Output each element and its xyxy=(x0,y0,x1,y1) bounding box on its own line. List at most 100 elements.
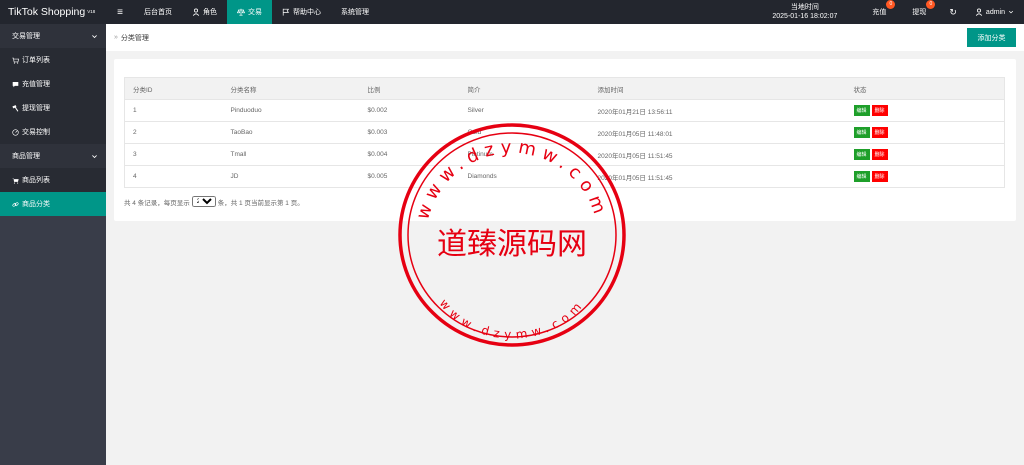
nav-system[interactable]: 系统管理 xyxy=(331,0,379,24)
link-icon xyxy=(12,201,19,207)
category-card: 分类ID 分类名称 比例 简介 添加时间 状态 1 Pinduoduo $0.0… xyxy=(114,59,1016,221)
sidebar-group-label: 交易管理 xyxy=(12,33,40,40)
breadcrumb-current: 分类管理 xyxy=(120,34,149,42)
cell-name: Tmall xyxy=(222,143,360,166)
edit-button[interactable]: 编辑 xyxy=(853,105,870,116)
cell-id: 3 xyxy=(124,143,223,166)
nav-trade[interactable]: 交易 xyxy=(227,0,272,24)
app-version: V18 xyxy=(87,8,96,14)
chat-icon xyxy=(12,81,19,87)
cell-added-time: 2020年01月05日 11:51:45 xyxy=(589,165,846,188)
pager-prefix: 共 4 条记录，每页显示 xyxy=(124,199,190,207)
hammer-icon xyxy=(12,104,19,112)
cell-intro: Silver xyxy=(459,99,590,122)
cell-intro: Diamonds xyxy=(459,165,590,188)
watermark-ring-bottom: www.dzymw.com xyxy=(437,296,588,342)
app-logo[interactable]: TikTok Shopping V18 xyxy=(0,0,106,24)
sidebar-group-trade[interactable]: 交易管理 xyxy=(0,24,106,48)
admin-menu[interactable]: admin xyxy=(967,8,1024,16)
cell-id: 2 xyxy=(124,121,223,144)
sidebar-group-goods[interactable]: 商品管理 xyxy=(0,144,106,168)
cell-actions: 编辑 删除 xyxy=(845,165,1005,188)
col-status: 状态 xyxy=(845,77,1005,100)
delete-button[interactable]: 删除 xyxy=(871,171,888,182)
cell-id: 4 xyxy=(124,165,223,188)
nav-roles[interactable]: 角色 xyxy=(182,0,227,24)
sidebar-item-label: 充值管理 xyxy=(22,81,50,88)
cell-added-time: 2020年01月05日 11:51:45 xyxy=(589,143,846,166)
sidebar-item-orders[interactable]: 订单列表 xyxy=(0,48,106,72)
cell-name: JD xyxy=(222,165,360,188)
col-intro: 简介 xyxy=(459,77,590,100)
chevron-down-icon xyxy=(92,34,97,38)
col-added-time: 添加时间 xyxy=(589,77,846,100)
cell-ratio: $0.004 xyxy=(359,143,460,166)
cell-added-time: 2020年01月05日 11:48:01 xyxy=(589,121,846,144)
withdraw-notice[interactable]: 提现 0 xyxy=(899,0,939,24)
sidebar-item-goods-category[interactable]: 商品分类 xyxy=(0,192,106,216)
cell-actions: 编辑 删除 xyxy=(845,99,1005,122)
top-nav: 后台首页 角色 交易 帮助中心 系统管理 xyxy=(134,0,379,24)
cell-name: Pinduoduo xyxy=(222,99,360,122)
sidebar-item-recharge[interactable]: 充值管理 xyxy=(0,72,106,96)
sidebar-item-goods-list[interactable]: 商品列表 xyxy=(0,168,106,192)
category-table: 分类ID 分类名称 比例 简介 添加时间 状态 1 Pinduoduo $0.0… xyxy=(124,77,1005,188)
nav-help[interactable]: 帮助中心 xyxy=(272,0,331,24)
sidebar-item-withdraw[interactable]: 提现管理 xyxy=(0,96,106,120)
edit-button[interactable]: 编辑 xyxy=(853,149,870,160)
nav-dashboard-label: 后台首页 xyxy=(144,9,172,16)
cell-actions: 编辑 删除 xyxy=(845,121,1005,144)
table-row: 1 Pinduoduo $0.002 Silver 2020年01月21日 13… xyxy=(124,99,1005,122)
cell-ratio: $0.003 xyxy=(359,121,460,144)
table-row: 3 Tmall $0.004 Platinum 2020年01月05日 11:5… xyxy=(124,143,1005,166)
cell-actions: 编辑 删除 xyxy=(845,143,1005,166)
table-header-row: 分类ID 分类名称 比例 简介 添加时间 状态 xyxy=(124,77,1005,100)
edit-button[interactable]: 编辑 xyxy=(853,171,870,182)
sidebar-item-label: 商品列表 xyxy=(22,177,50,184)
withdraw-label: 提现 xyxy=(912,9,927,16)
nav-trade-label: 交易 xyxy=(248,9,262,16)
page-size-select[interactable]: 20 xyxy=(191,196,216,207)
col-id: 分类ID xyxy=(124,77,223,100)
sidebar-item-label: 商品分类 xyxy=(22,201,50,208)
refresh-icon[interactable]: ↻ xyxy=(939,0,967,24)
withdraw-badge: 0 xyxy=(926,0,936,9)
edit-button[interactable]: 编辑 xyxy=(853,127,870,138)
clock-value: 2025-01-16 18:02:07 xyxy=(772,13,838,20)
sidebar-item-trade-control[interactable]: 交易控制 xyxy=(0,120,106,144)
menu-toggle-icon[interactable]: ≡ xyxy=(106,7,134,18)
cell-id: 1 xyxy=(124,99,223,122)
breadcrumb-separator: » xyxy=(114,34,118,41)
scale-icon xyxy=(237,8,245,16)
col-ratio: 比例 xyxy=(359,77,460,100)
user-icon xyxy=(975,8,983,16)
admin-name: admin xyxy=(985,8,1005,16)
recharge-notice[interactable]: 充值 0 xyxy=(859,0,899,24)
cell-intro: Platinum xyxy=(459,143,590,166)
sidebar-item-label: 交易控制 xyxy=(22,129,50,136)
pagination: 共 4 条记录，每页显示 20 条，共 1 页当前显示第 1 页。 xyxy=(124,196,304,207)
col-name: 分类名称 xyxy=(222,77,360,100)
sidebar: 交易管理 订单列表 充值管理 提现管理 交易控制 商品管理 商品列表 商品分类 xyxy=(0,24,106,465)
gauge-icon xyxy=(12,128,19,136)
cell-ratio: $0.002 xyxy=(359,99,460,122)
nav-system-label: 系统管理 xyxy=(341,9,369,16)
delete-button[interactable]: 删除 xyxy=(871,127,888,138)
delete-button[interactable]: 删除 xyxy=(871,149,888,160)
nav-roles-label: 角色 xyxy=(203,9,217,16)
pager-suffix: 条，共 1 页当前显示第 1 页。 xyxy=(217,199,304,207)
local-clock: 当地时间 2025-01-16 18:02:07 xyxy=(772,3,859,21)
watermark-ring-text: www.dzymw.com xyxy=(437,296,583,342)
top-bar: TikTok Shopping V18 ≡ 后台首页 角色 交易 帮助中心 系统管… xyxy=(0,0,1024,24)
table-row: 4 JD $0.005 Diamonds 2020年01月05日 11:51:4… xyxy=(124,165,1005,188)
chevron-down-icon xyxy=(1008,10,1014,14)
cart-icon xyxy=(12,177,19,184)
sidebar-group-label: 商品管理 xyxy=(12,153,40,160)
clock-label: 当地时间 xyxy=(790,4,819,11)
add-category-button[interactable]: 添加分类 xyxy=(967,28,1016,47)
delete-button[interactable]: 删除 xyxy=(871,105,888,116)
nav-help-label: 帮助中心 xyxy=(293,9,321,16)
watermark-center: 道臻源码网 xyxy=(437,227,587,262)
flag-icon xyxy=(282,8,290,16)
nav-dashboard[interactable]: 后台首页 xyxy=(134,0,182,24)
